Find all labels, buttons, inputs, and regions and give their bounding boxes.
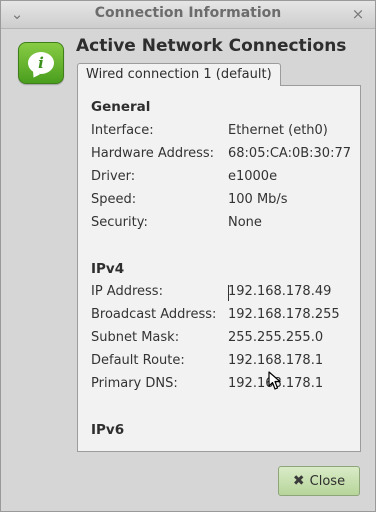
hardware-address-label: Hardware Address: [91,146,215,161]
text-caret [228,285,229,301]
ip-address-label: IP Address: [91,284,163,299]
close-button[interactable]: ✖ Close [278,466,360,496]
security-label: Security: [91,215,148,230]
driver-value: e1000e [228,169,278,184]
window-close-icon[interactable]: × [349,5,367,23]
primary-dns-label: Primary DNS: [91,376,178,391]
default-route-label: Default Route: [91,353,185,368]
subnet-mask-label: Subnet Mask: [91,330,180,345]
close-x-icon: ✖ [292,473,305,489]
subnet-mask-value[interactable]: 255.255.255.0 [228,330,323,345]
connection-information-dialog: ⌄ Connection Information × i Active Netw… [0,0,376,512]
driver-label: Driver: [91,169,136,184]
window-title: Connection Information [94,5,282,21]
info-bubble-icon: i [28,52,54,74]
interface-value: Ethernet (eth0) [228,123,328,138]
title-bar[interactable]: ⌄ Connection Information × [1,1,375,29]
close-button-label: Close [309,473,346,489]
ip-address-value[interactable]: 192.168.178.49 [228,284,331,299]
broadcast-address-value[interactable]: 192.168.178.255 [228,307,340,322]
section-title-ipv6: IPv6 [91,422,125,438]
section-title-general: General [91,99,151,115]
mouse-cursor-icon [268,371,281,390]
hardware-address-value: 68:05:CA:0B:30:77 [228,146,351,161]
dialog-heading: Active Network Connections [76,36,347,56]
interface-label: Interface: [91,123,154,138]
tab-wired-connection-1[interactable]: Wired connection 1 (default) [77,63,281,86]
speed-value: 100 Mb/s [228,192,288,207]
information-icon: i [18,42,64,84]
security-value: None [228,215,262,230]
speed-label: Speed: [91,192,137,207]
broadcast-address-label: Broadcast Address: [91,307,217,322]
default-route-value[interactable]: 192.168.178.1 [228,353,323,368]
section-title-ipv4: IPv4 [91,261,125,277]
